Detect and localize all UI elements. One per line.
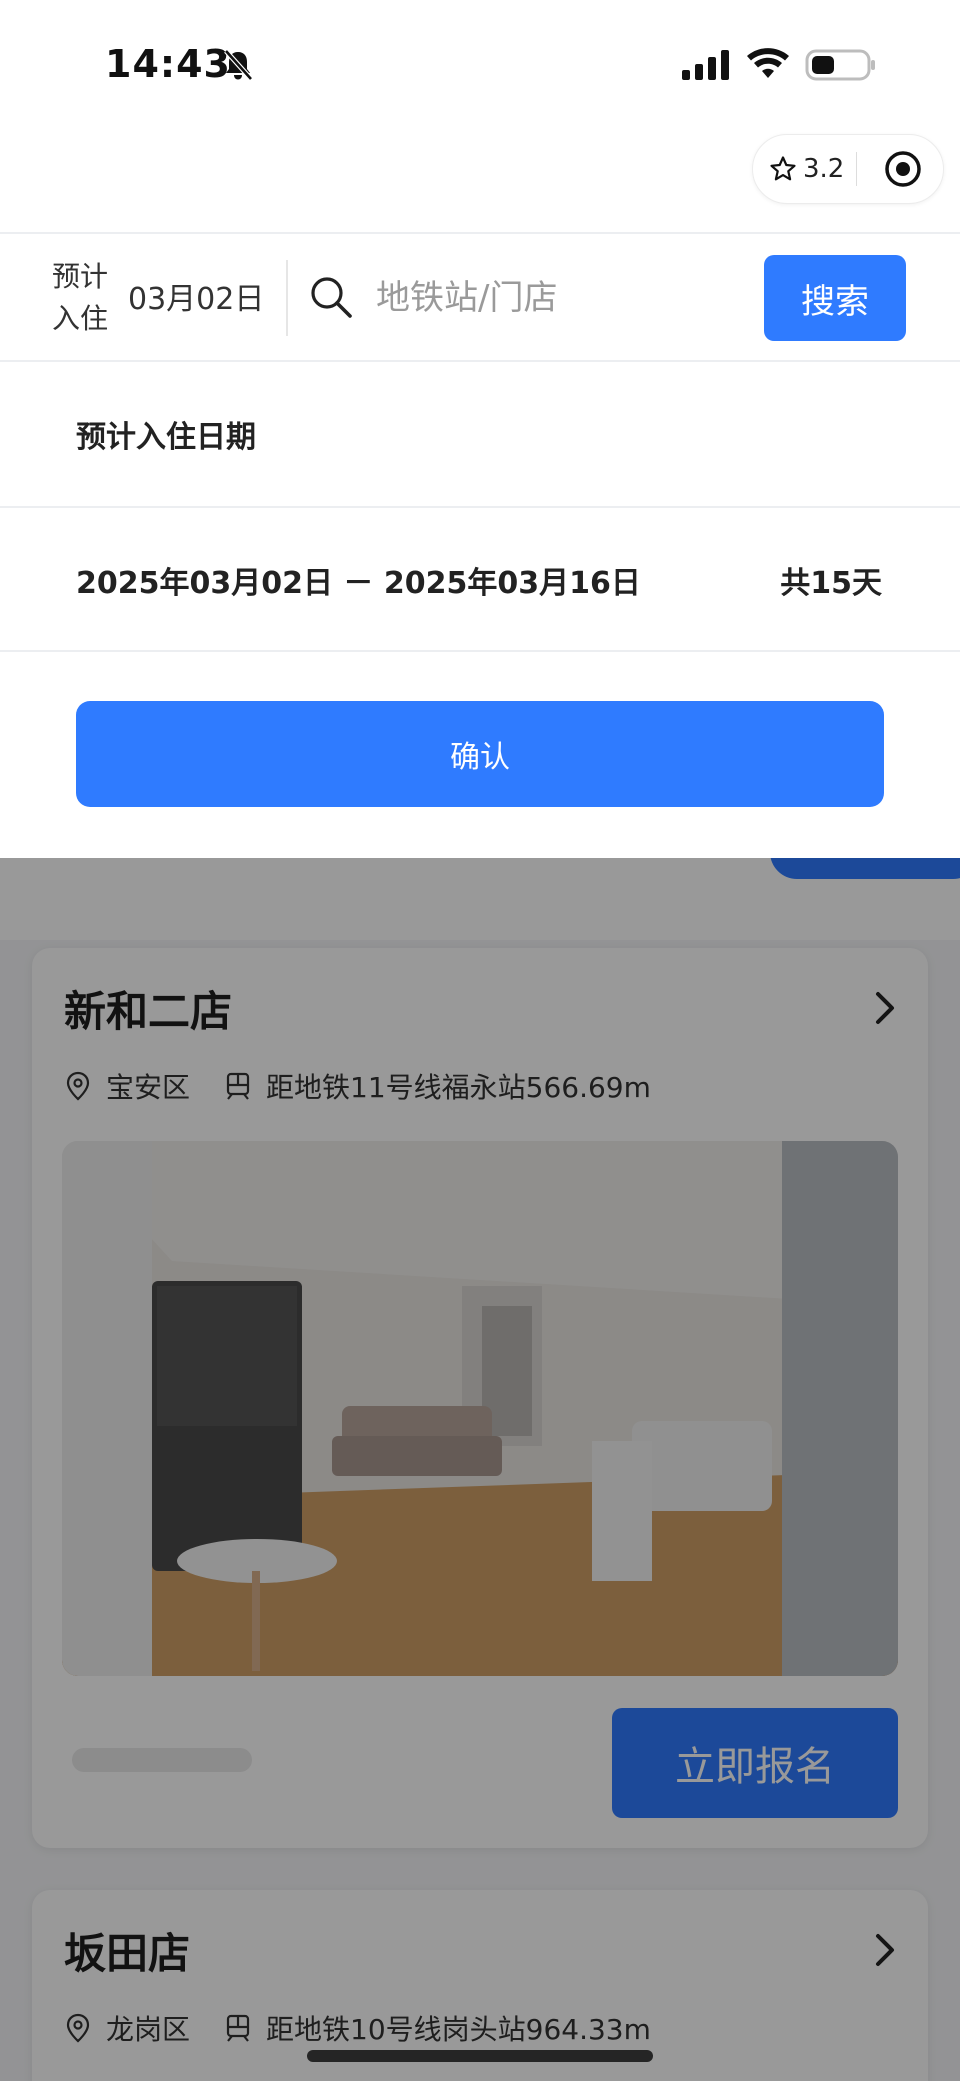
mini-program-capsule: 3.2 — [752, 134, 944, 204]
battery-icon — [805, 49, 875, 81]
search-input[interactable] — [376, 270, 746, 326]
search-button[interactable]: 搜索 — [764, 255, 906, 341]
cellular-signal-icon — [682, 50, 729, 80]
search-icon — [311, 277, 352, 318]
divider — [0, 650, 960, 652]
home-indicator — [307, 2050, 653, 2062]
status-time: 14:43 — [105, 42, 231, 86]
checkin-label: 预计入住 — [52, 260, 109, 335]
status-bar: 14:43 — [0, 0, 960, 130]
date-picker-title: 预计入住日期 — [76, 420, 256, 455]
rating-value: 3.2 — [803, 154, 845, 184]
confirm-button[interactable]: 确认 — [76, 701, 884, 807]
search-bar: 预计入住 03月02日 搜索 — [0, 232, 960, 362]
close-miniprogram-icon[interactable] — [883, 149, 923, 189]
date-range[interactable]: 2025年03月02日 － 2025年03月16日 — [76, 558, 641, 602]
wifi-icon — [747, 48, 789, 78]
date-picker-sheet: 14:43 3.2 预计入住 03月02日 地铁站/门店 搜索 预计入住日期 2… — [0, 0, 960, 858]
search-divider — [286, 260, 288, 336]
divider — [0, 506, 960, 508]
star-icon[interactable] — [769, 155, 797, 183]
capsule-divider — [856, 152, 858, 186]
day-count: 共15天 — [780, 566, 882, 601]
checkin-date[interactable]: 03月02日 — [128, 274, 264, 318]
muted-bell-icon — [224, 49, 253, 81]
